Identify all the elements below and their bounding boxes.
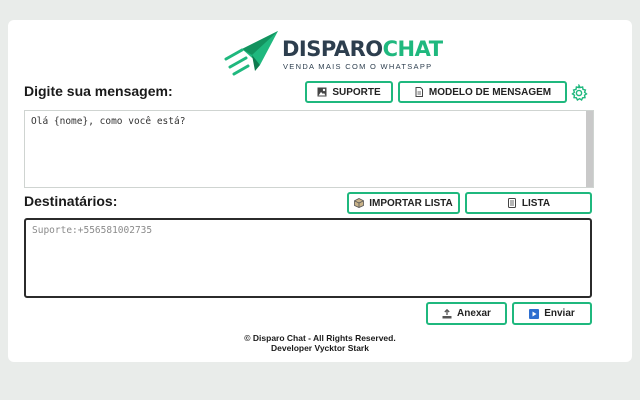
message-scrollbar[interactable] <box>586 111 593 187</box>
support-button[interactable]: SUPORTE <box>305 81 393 103</box>
play-icon <box>529 308 540 319</box>
template-button[interactable]: MODELO DE MENSAGEM <box>398 81 567 103</box>
brand-logo: DISPAROCHAT VENDA MAIS COM O WHATSAPP <box>222 29 443 81</box>
send-button[interactable]: Enviar <box>512 302 592 325</box>
brand-word-primary: DISPARO <box>282 37 383 61</box>
gear-icon[interactable] <box>570 83 588 102</box>
footer-copyright: © Disparo Chat - All Rights Reserved. <box>244 333 396 343</box>
main-card: DISPAROCHAT VENDA MAIS COM O WHATSAPP Di… <box>8 20 632 362</box>
list-button-label: LISTA <box>521 197 551 209</box>
document-icon <box>414 87 424 97</box>
list-button[interactable]: LISTA <box>465 192 592 214</box>
attach-button-label: Anexar <box>457 308 491 319</box>
brand-wordmark: DISPAROCHAT <box>282 37 443 61</box>
send-button-label: Enviar <box>544 308 575 319</box>
footer-developer: Developer Vycktor Stark <box>271 343 369 353</box>
recipients-heading: Destinatários: <box>24 193 118 209</box>
import-list-button[interactable]: IMPORTAR LISTA <box>347 192 460 214</box>
paper-plane-icon <box>224 31 278 76</box>
upload-icon <box>442 308 452 319</box>
brand-word-accent: CHAT <box>382 37 443 61</box>
import-list-label: IMPORTAR LISTA <box>369 197 453 209</box>
box-icon <box>354 198 365 208</box>
brand-tagline: VENDA MAIS COM O WHATSAPP <box>283 62 433 71</box>
message-input[interactable]: Olá {nome}, como você está? <box>24 110 594 188</box>
image-icon <box>317 87 327 97</box>
support-button-label: SUPORTE <box>332 86 381 98</box>
template-button-label: MODELO DE MENSAGEM <box>428 86 552 98</box>
recipients-input[interactable] <box>24 218 592 298</box>
list-icon <box>507 198 517 208</box>
attach-button[interactable]: Anexar <box>426 302 507 325</box>
message-heading: Digite sua mensagem: <box>24 83 173 99</box>
